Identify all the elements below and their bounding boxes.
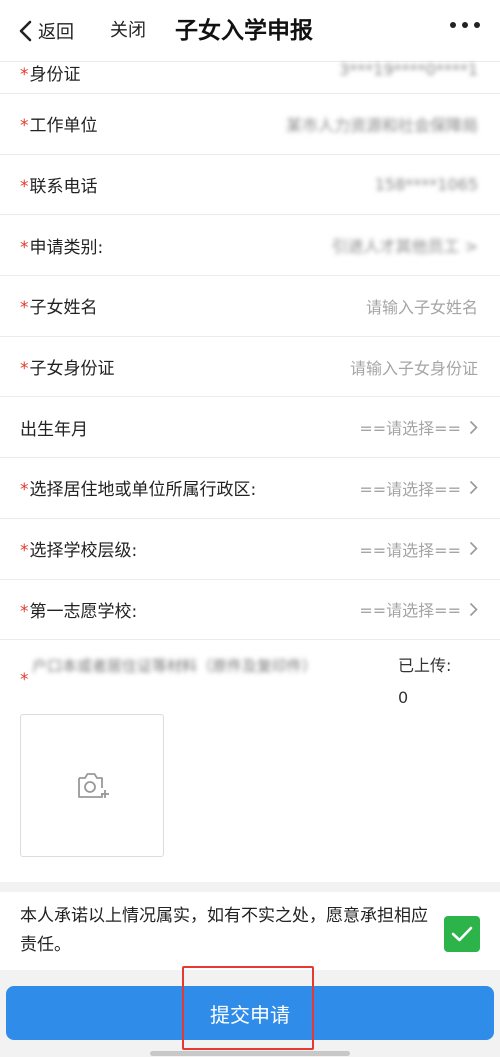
required-mark: * xyxy=(20,177,29,198)
child-id-input[interactable]: 请输入子女身份证 xyxy=(350,355,478,379)
form-row-first-choice-school[interactable]: *第一志愿学校: ==请选择== xyxy=(0,580,500,641)
check-icon xyxy=(451,926,473,942)
top-nav-bar: 返回 关闭 子女入学申报 xyxy=(0,0,500,62)
field-label: *联系电话 xyxy=(20,177,98,198)
page-title: 子女入学申报 xyxy=(175,18,313,44)
field-label: *身份证 xyxy=(20,65,81,85)
uploaded-count: 0 xyxy=(398,688,409,708)
form-row-child-name[interactable]: *子女姓名 请输入子女姓名 xyxy=(0,276,500,337)
required-mark: * xyxy=(20,670,29,691)
id-card-value: 3***19****0****1 xyxy=(339,60,478,79)
more-menu-button[interactable] xyxy=(450,22,480,28)
required-mark: * xyxy=(20,65,29,85)
work-unit-value: 某市人力资源和社会保障局 xyxy=(285,115,478,135)
close-button[interactable]: 关闭 xyxy=(110,16,146,46)
chevron-right-icon xyxy=(469,481,478,495)
pledge-checkbox[interactable] xyxy=(444,916,480,952)
pledge-section: 本人承诺以上情况属实，如有不实之处，愿意承担相应责任。 xyxy=(0,892,500,970)
application-form: *身份证 3***19****0****1 *工作单位 某市人力资源和社会保障局… xyxy=(0,60,500,872)
field-label: *子女姓名 xyxy=(20,298,98,319)
required-mark: * xyxy=(20,359,29,380)
form-row-id-card: *身份证 3***19****0****1 xyxy=(0,60,500,94)
upload-description: 户口本或者居住证等材料（原件及复印件） xyxy=(32,657,318,676)
back-button[interactable]: 返回 xyxy=(18,16,74,46)
form-row-district[interactable]: *选择居住地或单位所属行政区: ==请选择== xyxy=(0,458,500,519)
back-label: 返回 xyxy=(38,22,74,43)
upload-section: * 户口本或者居住证等材料（原件及复印件） 已上传: 0 xyxy=(0,640,500,872)
camera-add-icon xyxy=(78,772,109,798)
form-row-child-id[interactable]: *子女身份证 请输入子女身份证 xyxy=(0,337,500,398)
field-label: *选择学校层级: xyxy=(20,541,138,562)
pledge-text: 本人承诺以上情况属实，如有不实之处，愿意承担相应责任。 xyxy=(20,906,428,955)
form-row-application-type[interactable]: *申请类别: 引进人才其他员工 > xyxy=(0,215,500,277)
field-label: *第一志愿学校: xyxy=(20,601,138,622)
form-row-school-level[interactable]: *选择学校层级: ==请选择== xyxy=(0,519,500,580)
field-label: *选择居住地或单位所属行政区: xyxy=(20,480,257,501)
home-indicator xyxy=(150,1051,350,1056)
phone-value: 158****1065 xyxy=(374,175,478,195)
more-dot-icon xyxy=(462,22,468,28)
photo-upload-button[interactable] xyxy=(20,714,164,858)
first-choice-school-select[interactable]: ==请选择== xyxy=(359,597,478,621)
form-row-work-unit: *工作单位 某市人力资源和社会保障局 xyxy=(0,94,500,155)
field-label: *申请类别: xyxy=(20,237,104,258)
submit-button[interactable]: 提交申请 xyxy=(6,986,494,1040)
form-row-birth-date[interactable]: 出生年月 ==请选择== xyxy=(0,397,500,459)
application-type-value[interactable]: 引进人才其他员工 > xyxy=(332,233,479,257)
more-dot-icon xyxy=(450,22,456,28)
required-mark: * xyxy=(20,298,29,319)
required-mark: * xyxy=(20,601,29,622)
required-mark: * xyxy=(20,480,29,501)
district-select[interactable]: ==请选择== xyxy=(359,476,478,500)
school-level-select[interactable]: ==请选择== xyxy=(359,537,478,561)
form-row-phone: *联系电话 158****1065 xyxy=(0,155,500,216)
chevron-left-icon xyxy=(19,20,32,42)
child-name-input[interactable]: 请输入子女姓名 xyxy=(366,294,478,318)
section-divider xyxy=(0,882,500,892)
birth-date-select[interactable]: ==请选择== xyxy=(359,415,478,439)
chevron-right-icon xyxy=(469,420,478,434)
field-label: *工作单位 xyxy=(20,116,98,137)
chevron-right-icon xyxy=(469,542,478,556)
required-mark: * xyxy=(20,541,29,562)
uploaded-label: 已上传: xyxy=(398,656,452,676)
field-label: 出生年月 xyxy=(20,419,88,440)
field-label: *子女身份证 xyxy=(20,359,115,380)
required-mark: * xyxy=(20,116,29,137)
chevron-right-icon xyxy=(469,602,478,616)
more-dot-icon xyxy=(474,22,480,28)
required-mark: * xyxy=(20,237,29,258)
